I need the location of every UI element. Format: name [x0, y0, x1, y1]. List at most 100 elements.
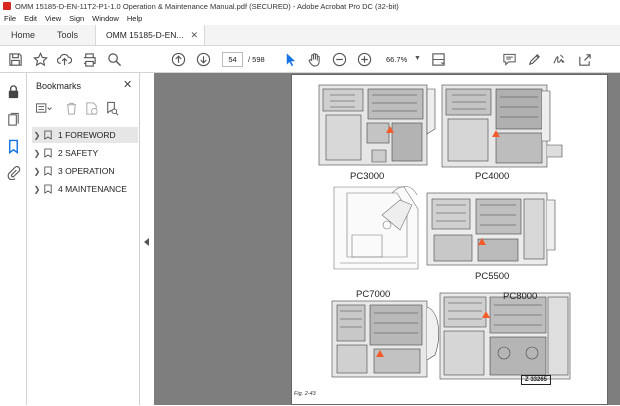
find-bookmark-button[interactable]: [103, 100, 120, 117]
cursor-arrow-icon: [286, 53, 296, 67]
menu-edit[interactable]: Edit: [24, 14, 37, 23]
highlight-button[interactable]: [526, 51, 543, 68]
model-label-pc8000: PC8000: [503, 291, 538, 302]
page-number-input[interactable]: 54: [222, 52, 243, 67]
bookmarks-panel: Bookmarks ✕ ❯ 1 FOREWORD ❯ 2 SAFETY ❯ 3 …: [27, 73, 140, 405]
sign-button[interactable]: [551, 51, 568, 68]
expand-chevron-icon[interactable]: ❯: [32, 149, 42, 158]
close-panel-icon[interactable]: ✕: [123, 78, 132, 91]
bookmark-label: 4 MAINTENANCE: [58, 184, 127, 194]
close-tab-icon[interactable]: ✕: [191, 30, 199, 41]
comment-icon: [503, 53, 516, 66]
minus-circle-icon: [332, 52, 347, 67]
page-total: / 598: [248, 55, 265, 64]
left-navigation-rail: [0, 73, 27, 405]
pc8000-drawing: [439, 292, 571, 380]
printer-icon: [83, 53, 96, 67]
signature-icon: [553, 54, 565, 64]
tab-tools[interactable]: Tools: [46, 25, 89, 45]
menu-help[interactable]: Help: [127, 14, 142, 23]
bookmarks-panel-button[interactable]: [5, 138, 22, 155]
attachments-button[interactable]: [5, 164, 22, 181]
bookmark-item-safety[interactable]: ❯ 2 SAFETY: [32, 145, 138, 161]
menu-window[interactable]: Window: [92, 14, 119, 23]
pen-icon: [528, 54, 540, 66]
lock-button[interactable]: [5, 83, 22, 100]
lock-icon: [8, 85, 19, 99]
menu-file[interactable]: File: [4, 14, 16, 23]
cloud-upload-icon: [57, 53, 72, 66]
bookmark-flag-icon: [42, 166, 54, 176]
bookmark-item-operation[interactable]: ❯ 3 OPERATION: [32, 163, 138, 179]
arrow-down-circle-icon: [196, 52, 211, 67]
tab-bar: Home Tools OMM 15185-D-EN... ✕: [0, 25, 620, 46]
expand-chevron-icon[interactable]: ❯: [32, 131, 42, 140]
bookmark-add-button[interactable]: [32, 51, 49, 68]
expand-chevron-icon[interactable]: ❯: [32, 185, 42, 194]
bookmark-item-maintenance[interactable]: ❯ 4 MAINTENANCE: [32, 181, 138, 197]
pages-icon: [8, 112, 19, 126]
share-icon: [579, 54, 591, 66]
bookmark-flag-icon: [42, 148, 54, 158]
search-icon: [108, 53, 122, 67]
pc7000-drawing: [333, 186, 419, 270]
collapse-panel-icon[interactable]: [144, 238, 150, 246]
drawing-number-badge: Z 33265: [521, 375, 551, 385]
pdf-page[interactable]: PC3000 PC4000 PC5500 PC7000 PC8000 Z 332…: [291, 74, 608, 405]
page-thumbnails-button[interactable]: [5, 111, 22, 128]
bookmark-label: 1 FOREWORD: [58, 130, 116, 140]
arrow-up-circle-icon: [171, 52, 186, 67]
bookmark-label: 3 OPERATION: [58, 166, 115, 176]
hand-tool-button[interactable]: [306, 51, 323, 68]
select-tool-button[interactable]: [282, 51, 299, 68]
pc3000-drawing: [318, 84, 436, 166]
page-layout-icon: [432, 53, 445, 66]
delete-bookmark-button[interactable]: [63, 100, 80, 117]
window-title: OMM 15185-D-EN-11T2-P1-1.0 Operation & M…: [15, 1, 399, 11]
model-label-pc3000: PC3000: [350, 171, 385, 182]
hand-icon: [308, 53, 320, 67]
bookmark-flag-icon: [42, 130, 54, 140]
model-label-pc5500: PC5500: [475, 271, 510, 282]
document-tab-label: OMM 15185-D-EN...: [106, 30, 184, 40]
tab-document[interactable]: OMM 15185-D-EN... ✕: [95, 25, 206, 45]
expand-chevron-icon[interactable]: ❯: [32, 167, 42, 176]
bookmark-options-button[interactable]: [34, 100, 54, 117]
bookmark-item-foreword[interactable]: ❯ 1 FOREWORD: [32, 127, 138, 143]
paperclip-icon: [7, 166, 21, 180]
upload-button[interactable]: [56, 51, 73, 68]
panel-splitter[interactable]: [140, 73, 154, 405]
menu-bar: File Edit View Sign Window Help: [0, 12, 620, 25]
save-icon: [9, 53, 22, 66]
tab-home[interactable]: Home: [0, 25, 46, 45]
model-label-pc7000: PC7000: [356, 289, 391, 300]
bookmark-search-icon: [107, 101, 119, 116]
list-options-icon: [36, 103, 52, 113]
previous-page-button[interactable]: [170, 51, 187, 68]
save-button[interactable]: [7, 51, 24, 68]
star-icon: [33, 52, 48, 67]
comment-button[interactable]: [501, 51, 518, 68]
page-layout-button[interactable]: [430, 51, 447, 68]
bookmark-flag-icon: [42, 184, 54, 194]
menu-sign[interactable]: Sign: [69, 14, 84, 23]
new-bookmark-button[interactable]: [83, 100, 100, 117]
find-button[interactable]: [106, 51, 123, 68]
zoom-in-button[interactable]: [356, 51, 373, 68]
shovel-layout-drawings: [318, 84, 571, 380]
menu-view[interactable]: View: [45, 14, 61, 23]
print-button[interactable]: [81, 51, 98, 68]
next-page-button[interactable]: [195, 51, 212, 68]
bookmark-label: 2 SAFETY: [58, 148, 99, 158]
add-bookmark-icon: [86, 102, 98, 115]
share-button[interactable]: [576, 51, 593, 68]
zoom-dropdown-icon[interactable]: ▼: [414, 55, 421, 62]
bookmarks-panel-title: Bookmarks: [36, 81, 82, 91]
zoom-out-button[interactable]: [331, 51, 348, 68]
pc5500-drawing: [426, 192, 556, 266]
toolbar: 54 / 598 66.7% ▼: [0, 46, 620, 73]
bookmark-icon: [9, 139, 18, 154]
pc4000-drawing: [441, 84, 563, 168]
zoom-level-input[interactable]: 66.7%: [386, 55, 407, 64]
plus-circle-icon: [357, 52, 372, 67]
